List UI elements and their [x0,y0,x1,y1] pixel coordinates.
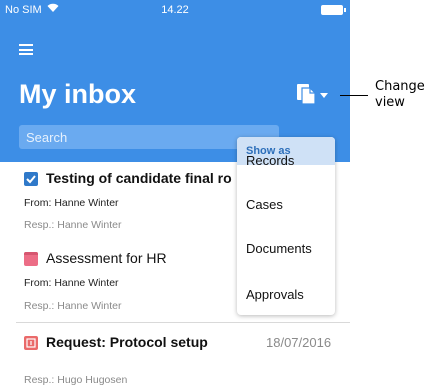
search-placeholder: Search [26,130,68,145]
menu-item-cases[interactable]: Cases [246,197,283,212]
caret-down-icon [320,93,328,98]
item-responsible: Resp.: Hanne Winter [24,219,122,231]
page-title: My inbox [19,79,137,109]
status-bar: No SIM 14.22 [0,0,350,22]
item-responsible: Resp.: Hanne Winter [24,300,122,312]
hamburger-menu-icon[interactable] [19,44,33,55]
tag-icon [24,252,38,266]
menu-item-approvals[interactable]: Approvals [246,287,304,302]
callout-line [340,95,368,96]
item-title: Request: Protocol setup [46,334,208,350]
status-time: 14.22 [161,4,189,16]
change-view-button[interactable] [296,83,338,109]
menu-item-documents[interactable]: Documents [246,241,312,256]
item-title: Assessment for HR [46,250,167,266]
request-icon [24,336,38,350]
show-as-dropdown: Show as Records Cases Documents Approval… [237,137,335,315]
list-item[interactable]: Request: Protocol setup 18/07/2016 Resp.… [0,323,350,392]
item-title: Testing of candidate final ro [46,170,232,186]
item-date: 18/07/2016 [266,335,332,350]
checkbox-icon [24,172,38,186]
callout-text: Change view [375,79,437,111]
item-from: From: Hanne Winter [24,277,119,289]
item-responsible: Resp.: Hugo Hugosen [24,374,128,386]
phone-screen: No SIM 14.22 My inbox Search Testing of … [0,0,350,392]
menu-item-records[interactable]: Records [246,153,294,168]
callout-line1: Change [375,79,425,94]
battery-icon [321,5,346,15]
item-from: From: Hanne Winter [24,197,119,209]
documents-icon [297,84,316,105]
callout-line2: view [375,95,405,110]
